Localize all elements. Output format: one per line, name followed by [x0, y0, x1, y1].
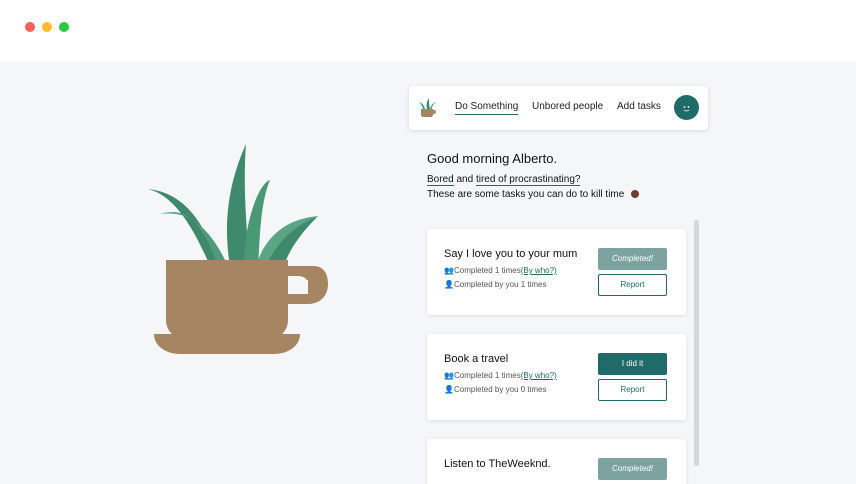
user-avatar-icon[interactable] [674, 95, 699, 120]
task-title: Book a travel [444, 353, 509, 365]
nav-link-add-tasks[interactable]: Add tasks [617, 101, 661, 112]
i-did-it-button[interactable]: I did it [598, 353, 667, 375]
completed-button[interactable]: Completed! [598, 458, 667, 480]
task-completed-by-you: 👤Completed by you 1 times [444, 280, 547, 289]
task-card: Say I love you to your mum 👥Completed 1 … [427, 229, 686, 315]
completed-count-text: Completed 1 times [454, 371, 521, 380]
subline: These are some tasks you can do to kill … [427, 189, 640, 200]
user-check-icon: 👤 [444, 385, 454, 394]
minimize-window-button[interactable] [42, 22, 52, 32]
task-completed-count: 👥Completed 1 times(By who?) [444, 266, 557, 275]
completed-count-text: Completed 1 times [454, 266, 521, 275]
completed-by-you-text: Completed by you 0 times [454, 385, 547, 394]
task-completed-by-you: 👤Completed by you 0 times [444, 385, 547, 394]
task-card: Listen to TheWeeknd. Completed! [427, 439, 686, 484]
close-window-button[interactable] [25, 22, 35, 32]
nav-link-unbored-people[interactable]: Unbored people [532, 101, 603, 112]
report-button[interactable]: Report [598, 379, 667, 401]
app-page: Do Something Unbored people Add tasks Go… [0, 62, 856, 484]
task-card: Book a travel 👥Completed 1 times(By who?… [427, 334, 686, 420]
plant-cup-illustration [148, 144, 328, 354]
user-check-icon: 👤 [444, 280, 454, 289]
greeting-heading: Good morning Alberto. [427, 151, 558, 166]
users-icon: 👥 [444, 266, 454, 275]
users-icon: 👥 [444, 371, 454, 380]
bored-link: Bored [427, 174, 454, 186]
task-completed-count: 👥Completed 1 times(By who?) [444, 371, 557, 380]
nav-link-do-something[interactable]: Do Something [455, 101, 519, 115]
completed-by-you-text: Completed by you 1 times [454, 280, 547, 289]
tagline-and: and [456, 174, 474, 185]
scrollbar-thumb[interactable] [694, 220, 699, 466]
subline-text: These are some tasks you can do to kill … [427, 189, 625, 200]
coffee-icon [631, 190, 640, 199]
smiley-face-icon [683, 106, 690, 112]
report-button[interactable]: Report [598, 274, 667, 296]
task-list-scrollbar[interactable] [694, 220, 699, 466]
top-navbar: Do Something Unbored people Add tasks [409, 86, 708, 130]
task-title: Say I love you to your mum [444, 248, 578, 260]
completed-button[interactable]: Completed! [598, 248, 667, 270]
task-title: Listen to TheWeeknd. [444, 458, 551, 470]
by-who-link[interactable]: (By who?) [521, 266, 557, 275]
window-titlebar [0, 0, 856, 62]
by-who-link[interactable]: (By who?) [521, 371, 557, 380]
maximize-window-button[interactable] [59, 22, 69, 32]
plant-cup-icon[interactable] [419, 98, 437, 118]
tired-link: tired of procrastinating? [475, 174, 581, 186]
tagline: Bored and tired of procrastinating? [427, 174, 581, 186]
